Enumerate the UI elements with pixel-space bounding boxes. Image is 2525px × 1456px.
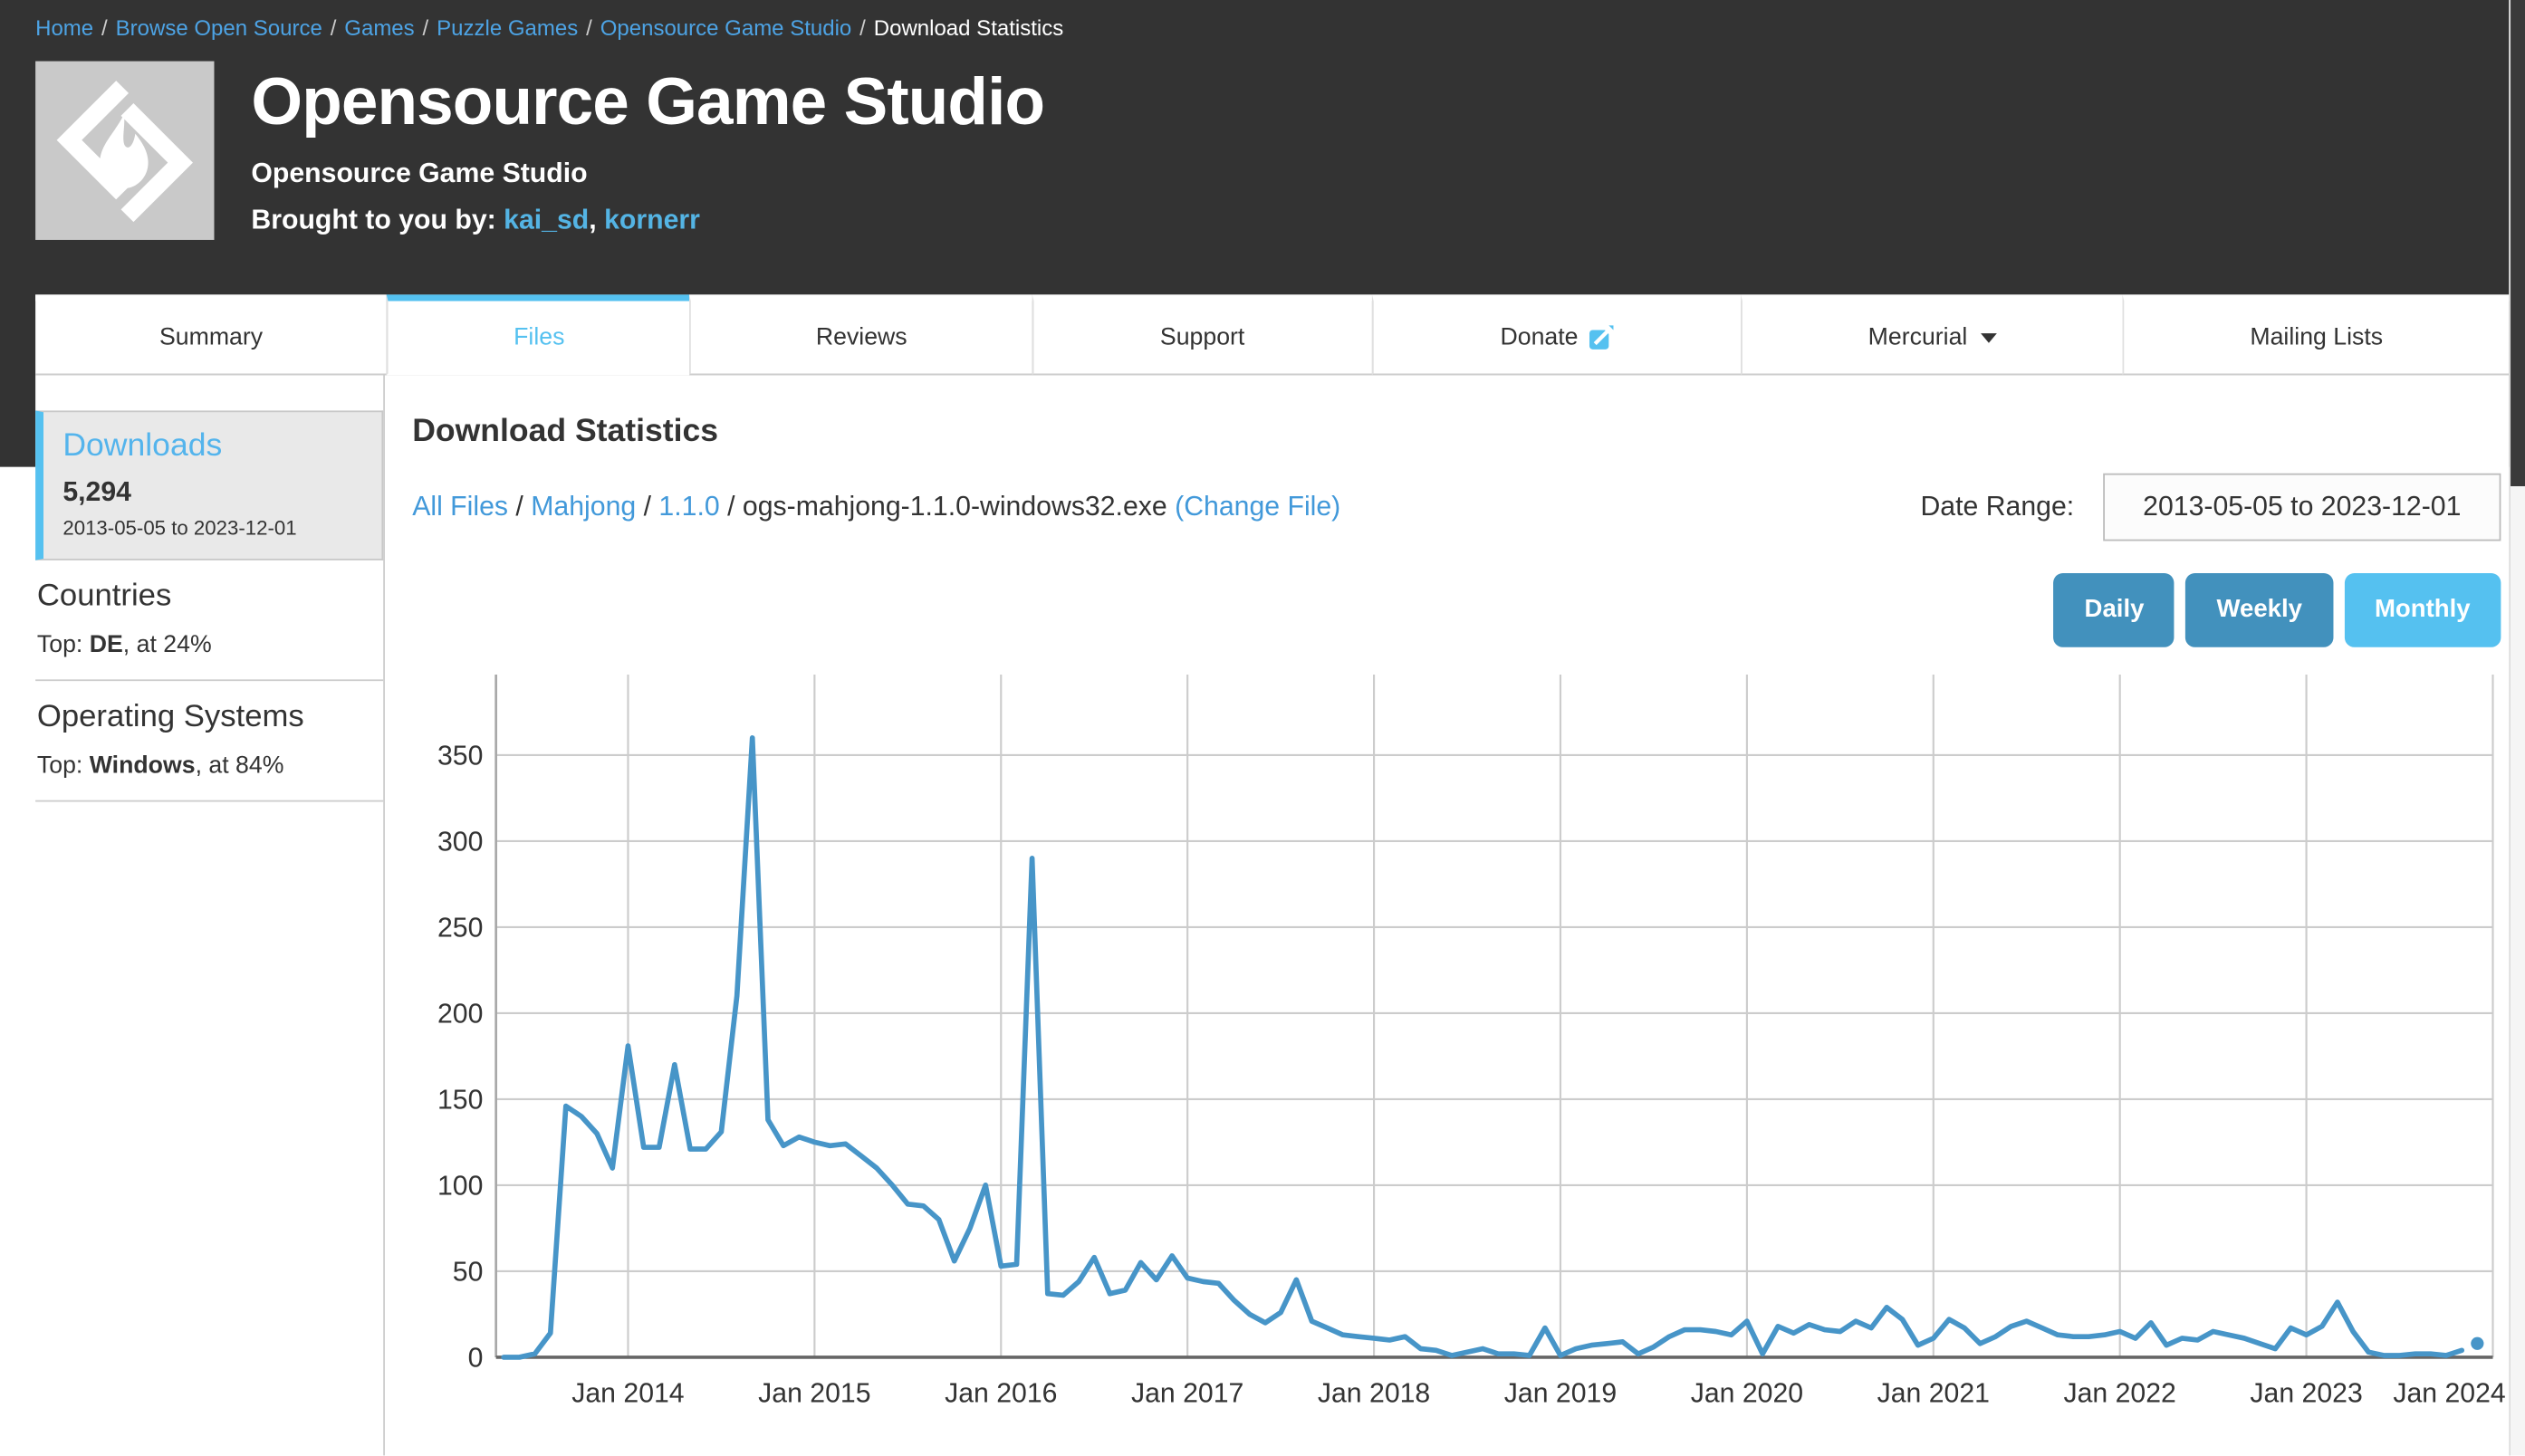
file-breadcrumb-all-files[interactable]: All Files bbox=[412, 491, 508, 522]
breadcrumb-separator: / bbox=[331, 16, 337, 41]
tab-donate[interactable]: Donate bbox=[1371, 294, 1740, 375]
change-file-link[interactable]: (Change File) bbox=[1175, 491, 1340, 522]
page-heading: Download Statistics bbox=[412, 414, 2501, 451]
date-range-label: Date Range: bbox=[1920, 491, 2074, 523]
breadcrumb-separator: / bbox=[586, 16, 592, 41]
y-tick-label-350: 350 bbox=[437, 742, 483, 771]
x-tick-label-jan-2020: Jan 2020 bbox=[1691, 1379, 1803, 1409]
maintainer-link-kai-sd[interactable]: kai_sd bbox=[504, 205, 589, 235]
sidebar-item-downloads[interactable]: Downloads 5,294 2013-05-05 to 2023-12-01 bbox=[35, 410, 383, 560]
tab-label: Files bbox=[514, 323, 564, 350]
tab-label: Reviews bbox=[816, 323, 907, 350]
tab-support[interactable]: Support bbox=[1032, 294, 1371, 375]
path-separator: / bbox=[727, 491, 743, 522]
breadcrumb: Home / Browse Open Source / Games / Puzzle Gam… bbox=[35, 16, 1063, 41]
operating-systems-top: Top: Windows, at 84% bbox=[37, 752, 383, 779]
countries-top: Top: DE, at 24% bbox=[37, 631, 383, 658]
tab-files[interactable]: Files bbox=[387, 294, 690, 375]
tab-reviews[interactable]: Reviews bbox=[690, 294, 1032, 375]
breadcrumb-item-browse-open-source[interactable]: Browse Open Source bbox=[116, 16, 322, 41]
breadcrumb-item-games[interactable]: Games bbox=[344, 16, 414, 41]
sidebar-item-operating-systems[interactable]: Operating Systems Top: Windows, at 84% bbox=[35, 681, 383, 801]
brought-by-line: Brought to you by: kai_sd, kornerr bbox=[251, 205, 1044, 237]
scrollbar[interactable] bbox=[2509, 0, 2525, 1455]
breadcrumb-separator: / bbox=[423, 16, 429, 41]
breadcrumb-item-home[interactable]: Home bbox=[35, 16, 93, 41]
chevron-down-icon bbox=[1981, 332, 1997, 342]
operating-systems-title: Operating Systems bbox=[37, 699, 383, 736]
y-tick-label-300: 300 bbox=[437, 828, 483, 857]
tab-label: Donate bbox=[1500, 323, 1578, 350]
path-separator: / bbox=[515, 491, 531, 522]
tab-label: Support bbox=[1160, 323, 1244, 350]
x-tick-label-jan-2017: Jan 2017 bbox=[1131, 1379, 1243, 1409]
maintainer-link-kornerr[interactable]: kornerr bbox=[604, 205, 700, 235]
x-tick-label-jan-2018: Jan 2018 bbox=[1318, 1379, 1430, 1409]
y-tick-label-100: 100 bbox=[437, 1172, 483, 1202]
breadcrumb-item-download-statistics: Download Statistics bbox=[874, 16, 1063, 41]
date-range-input[interactable] bbox=[2103, 474, 2501, 541]
x-tick-label-jan-2016: Jan 2016 bbox=[945, 1379, 1057, 1409]
page-title: Opensource Game Studio bbox=[251, 64, 1044, 139]
downloads-chart-area: 0 50 100 150 200 250 300 350 Jan 2014 Jan 2015 Jan… bbox=[412, 675, 2501, 1452]
breadcrumb-item-opensource-game-studio[interactable]: Opensource Game Studio bbox=[600, 16, 852, 41]
donate-external-link-icon bbox=[1588, 324, 1613, 350]
x-tick-label-jan-2021: Jan 2021 bbox=[1877, 1379, 1990, 1409]
file-breadcrumb-version[interactable]: 1.1.0 bbox=[658, 491, 719, 522]
stats-sidebar: Downloads 5,294 2013-05-05 to 2023-12-01… bbox=[35, 375, 385, 1455]
scrollbar-thumb[interactable] bbox=[2511, 0, 2525, 486]
granularity-buttons: DailyWeeklyMonthly bbox=[412, 573, 2501, 647]
tab-label: Mercurial bbox=[1868, 323, 1968, 350]
tab-label: Summary bbox=[159, 323, 263, 350]
breadcrumb-item-puzzle-games[interactable]: Puzzle Games bbox=[437, 16, 578, 41]
tab-summary[interactable]: Summary bbox=[35, 294, 387, 375]
tab-mailing-lists[interactable]: Mailing Lists bbox=[2122, 294, 2509, 375]
path-separator: / bbox=[644, 491, 659, 522]
file-breadcrumb-mahjong[interactable]: Mahjong bbox=[531, 491, 636, 522]
y-tick-label-200: 200 bbox=[437, 1000, 483, 1030]
daily-button[interactable]: Daily bbox=[2054, 573, 2175, 647]
last-data-point-dot bbox=[2471, 1337, 2483, 1350]
downloads-count: 5,294 bbox=[62, 476, 362, 509]
downloads-label: Downloads bbox=[62, 428, 362, 465]
sidebar-item-countries[interactable]: Countries Top: DE, at 24% bbox=[35, 560, 383, 681]
x-tick-label-jan-2015: Jan 2015 bbox=[758, 1379, 870, 1409]
x-tick-label-jan-2024: Jan 2024 bbox=[2393, 1379, 2505, 1409]
tab-mercurial[interactable]: Mercurial bbox=[1741, 294, 2123, 375]
y-tick-label-50: 50 bbox=[453, 1258, 484, 1288]
countries-title: Countries bbox=[37, 578, 383, 615]
tab-bar: Summary Files Reviews Support Donate Mercuria… bbox=[35, 294, 2509, 375]
file-breadcrumb: All Files / Mahjong / 1.1.0 / ogs-mahjon… bbox=[412, 491, 1340, 523]
page: Home / Browse Open Source / Games / Puzzle Gam… bbox=[0, 0, 2525, 1455]
x-tick-label-jan-2022: Jan 2022 bbox=[2064, 1379, 2176, 1409]
x-tick-label-jan-2023: Jan 2023 bbox=[2250, 1379, 2362, 1409]
monthly-button[interactable]: Monthly bbox=[2344, 573, 2501, 647]
breadcrumb-separator: / bbox=[859, 16, 866, 41]
x-tick-label-jan-2014: Jan 2014 bbox=[571, 1379, 684, 1409]
flame-diamond-icon bbox=[35, 62, 214, 240]
weekly-button[interactable]: Weekly bbox=[2186, 573, 2333, 647]
y-tick-label-150: 150 bbox=[437, 1086, 483, 1116]
downloads-date-range: 2013-05-05 to 2023-12-01 bbox=[62, 517, 362, 540]
project-subtitle: Opensource Game Studio bbox=[251, 158, 1044, 190]
x-tick-label-jan-2019: Jan 2019 bbox=[1504, 1379, 1617, 1409]
current-file-name: ogs-mahjong-1.1.0-windows32.exe bbox=[743, 491, 1167, 522]
y-tick-label-0: 0 bbox=[468, 1344, 484, 1374]
breadcrumb-separator: / bbox=[101, 16, 108, 41]
maintainer-separator: , bbox=[589, 205, 604, 235]
tab-label: Mailing Lists bbox=[2250, 323, 2383, 350]
project-logo bbox=[35, 62, 214, 240]
y-tick-label-250: 250 bbox=[437, 914, 483, 944]
downloads-line-chart: 0 50 100 150 200 250 300 350 Jan 2014 Jan 2015 Jan… bbox=[412, 675, 2501, 1432]
brought-by-label: Brought to you by: bbox=[251, 205, 495, 235]
downloads-series-line bbox=[504, 738, 2462, 1357]
